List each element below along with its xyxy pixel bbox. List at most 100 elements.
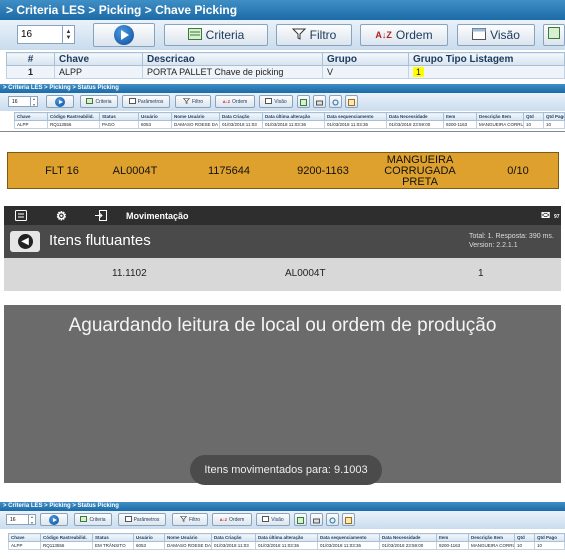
- col-header[interactable]: Descrição Item: [468, 533, 515, 542]
- col-header[interactable]: Status: [99, 112, 139, 121]
- window-title: > Criteria LES > Picking > Chave Picking: [0, 0, 565, 20]
- col-header[interactable]: Item: [436, 533, 469, 542]
- criteria-icon: [187, 27, 202, 43]
- back-button[interactable]: ◀: [10, 231, 40, 252]
- col-header[interactable]: Data sequenciamento: [317, 533, 380, 542]
- criteria-button[interactable]: Criteria: [164, 24, 268, 46]
- filtro-button[interactable]: Filtro: [276, 24, 352, 46]
- filtro-button[interactable]: Filtro: [175, 95, 211, 108]
- picking-item-banner[interactable]: FLT 16 AL0004T 1175644 9200-1163 MANGUEI…: [7, 152, 559, 189]
- col-header[interactable]: Chave: [14, 112, 48, 121]
- refresh-button[interactable]: [329, 95, 342, 108]
- col-header[interactable]: Código Rastreabilid.: [40, 533, 93, 542]
- exit-icon[interactable]: [95, 210, 107, 223]
- criteria-button[interactable]: Criteria: [80, 95, 118, 108]
- col-header[interactable]: Usuário: [133, 533, 165, 542]
- col-header[interactable]: Código Rastreabilid.: [47, 112, 100, 121]
- mail-icon[interactable]: ✉: [541, 209, 550, 222]
- col-header[interactable]: Status: [92, 533, 134, 542]
- cell: 01/03/2018 23:59:00: [379, 541, 437, 550]
- visao-button[interactable]: Visão: [457, 24, 535, 46]
- table-header-row: Chave Código Rastreabilid. Status Usuári…: [14, 112, 565, 121]
- tools-button[interactable]: [342, 513, 355, 526]
- col-header[interactable]: Data Necessidade: [386, 112, 444, 121]
- excel-icon: [300, 96, 307, 107]
- page-size-spinner[interactable]: 16 ▲ ▼: [17, 25, 75, 44]
- list-item[interactable]: 11.1102 AL0004T 1: [4, 258, 561, 291]
- criteria-button[interactable]: Criteria: [74, 513, 112, 526]
- chave-picking-window: > Criteria LES > Picking > Chave Picking…: [0, 0, 565, 84]
- table-row[interactable]: ALPP RQ113556 PAGO 6053 DAMASO ROESE DA …: [14, 120, 565, 129]
- parametros-label: Parâmetros: [133, 516, 160, 523]
- parametros-button[interactable]: Parâmetros: [122, 95, 170, 108]
- col-header[interactable]: Data Necessidade: [379, 533, 437, 542]
- run-button[interactable]: [40, 513, 68, 526]
- cell: 1: [6, 65, 55, 79]
- ordem-button[interactable]: A↓Z Ordem: [215, 95, 255, 108]
- ordem-button[interactable]: A↓Z Ordem: [360, 24, 448, 46]
- page-size-value: 16: [10, 516, 16, 523]
- col-header[interactable]: Qtd Pago: [534, 533, 565, 542]
- print-button[interactable]: [310, 513, 323, 526]
- col-header[interactable]: Chave: [54, 52, 143, 66]
- settings-gear-icon[interactable]: ⚙: [56, 209, 67, 223]
- print-button[interactable]: [313, 95, 326, 108]
- col-header[interactable]: Data última alteração: [262, 112, 325, 121]
- export-excel-button[interactable]: [297, 95, 310, 108]
- spinner-arrows[interactable]: ▲ ▼: [62, 26, 74, 43]
- table-row[interactable]: ALPP RQ113556 EM TRÂNSITO 6053 DAMASO RO…: [8, 541, 565, 550]
- parametros-label: Parâmetros: [137, 98, 164, 105]
- cell: RQ113556: [40, 541, 93, 550]
- parametros-button[interactable]: Parâmetros: [118, 513, 166, 526]
- ordem-label: Ordem: [395, 28, 433, 42]
- col-header[interactable]: Nome Usuário: [171, 112, 220, 121]
- window-title: > Criteria LES > Picking > Status Pickin…: [0, 502, 565, 511]
- ordem-button[interactable]: A↓Z Ordem: [212, 513, 252, 526]
- play-icon: [49, 514, 59, 525]
- refresh-button[interactable]: [326, 513, 339, 526]
- col-header[interactable]: Data Criação: [211, 533, 256, 542]
- waiting-screen: Aguardando leitura de local ou ordem de …: [4, 305, 561, 485]
- col-header[interactable]: Qtd: [523, 112, 544, 121]
- menu-icon[interactable]: [15, 210, 27, 223]
- filtro-button[interactable]: Filtro: [172, 513, 208, 526]
- visao-button[interactable]: Visão: [259, 95, 293, 108]
- window-title: > Criteria LES > Picking > Status Pickin…: [0, 84, 565, 93]
- tools-button[interactable]: [345, 95, 358, 108]
- col-header[interactable]: Nome Usuário: [164, 533, 212, 542]
- col-header[interactable]: Usuário: [138, 112, 172, 121]
- run-button[interactable]: [93, 23, 155, 47]
- col-header[interactable]: Descricao: [142, 52, 323, 66]
- col-header[interactable]: Qtd: [514, 533, 535, 542]
- extra-button[interactable]: [543, 24, 565, 46]
- cell: 6053: [138, 120, 172, 129]
- back-arrow-icon: ◀: [17, 234, 33, 249]
- col-header[interactable]: Grupo: [322, 52, 409, 66]
- run-button[interactable]: [46, 95, 74, 108]
- visao-button[interactable]: Visão: [256, 513, 290, 526]
- criteria-label: Criteria: [205, 28, 245, 42]
- export-excel-button[interactable]: [294, 513, 307, 526]
- col-header[interactable]: Item: [443, 112, 477, 121]
- col-header[interactable]: Data Criação: [219, 112, 263, 121]
- spinner-arrows[interactable]: ▲ ▼: [28, 515, 35, 525]
- page-size-spinner[interactable]: 16 ▲ ▼: [6, 514, 36, 525]
- col-header[interactable]: Data sequenciamento: [324, 112, 387, 121]
- page-size-spinner[interactable]: 16 ▲ ▼: [8, 96, 38, 107]
- cell: RQ113556: [47, 120, 100, 129]
- col-header[interactable]: Data última alteração: [255, 533, 318, 542]
- col-header[interactable]: Descrição Item: [476, 112, 524, 121]
- col-header[interactable]: Chave: [8, 533, 41, 542]
- spinner-arrows[interactable]: ▲ ▼: [30, 97, 37, 107]
- table-row[interactable]: 1 ALPP PORTA PALLET Chave de picking V 1: [6, 65, 565, 79]
- col-header[interactable]: Grupo Tipo Listagem: [408, 52, 565, 66]
- col-header[interactable]: #: [6, 52, 55, 66]
- col-header[interactable]: Qtd Pago: [543, 112, 565, 121]
- cell: PAGO: [99, 120, 139, 129]
- table-header-row: Chave Código Rastreabilid. Status Usuári…: [8, 533, 565, 542]
- waiting-message: Aguardando leitura de local ou ordem de …: [68, 315, 497, 336]
- cell: 9200-1163: [443, 120, 477, 129]
- item-quantity: 1: [478, 268, 484, 279]
- criteria-label: Criteria: [95, 98, 112, 105]
- ordem-label: Ordem: [229, 516, 245, 523]
